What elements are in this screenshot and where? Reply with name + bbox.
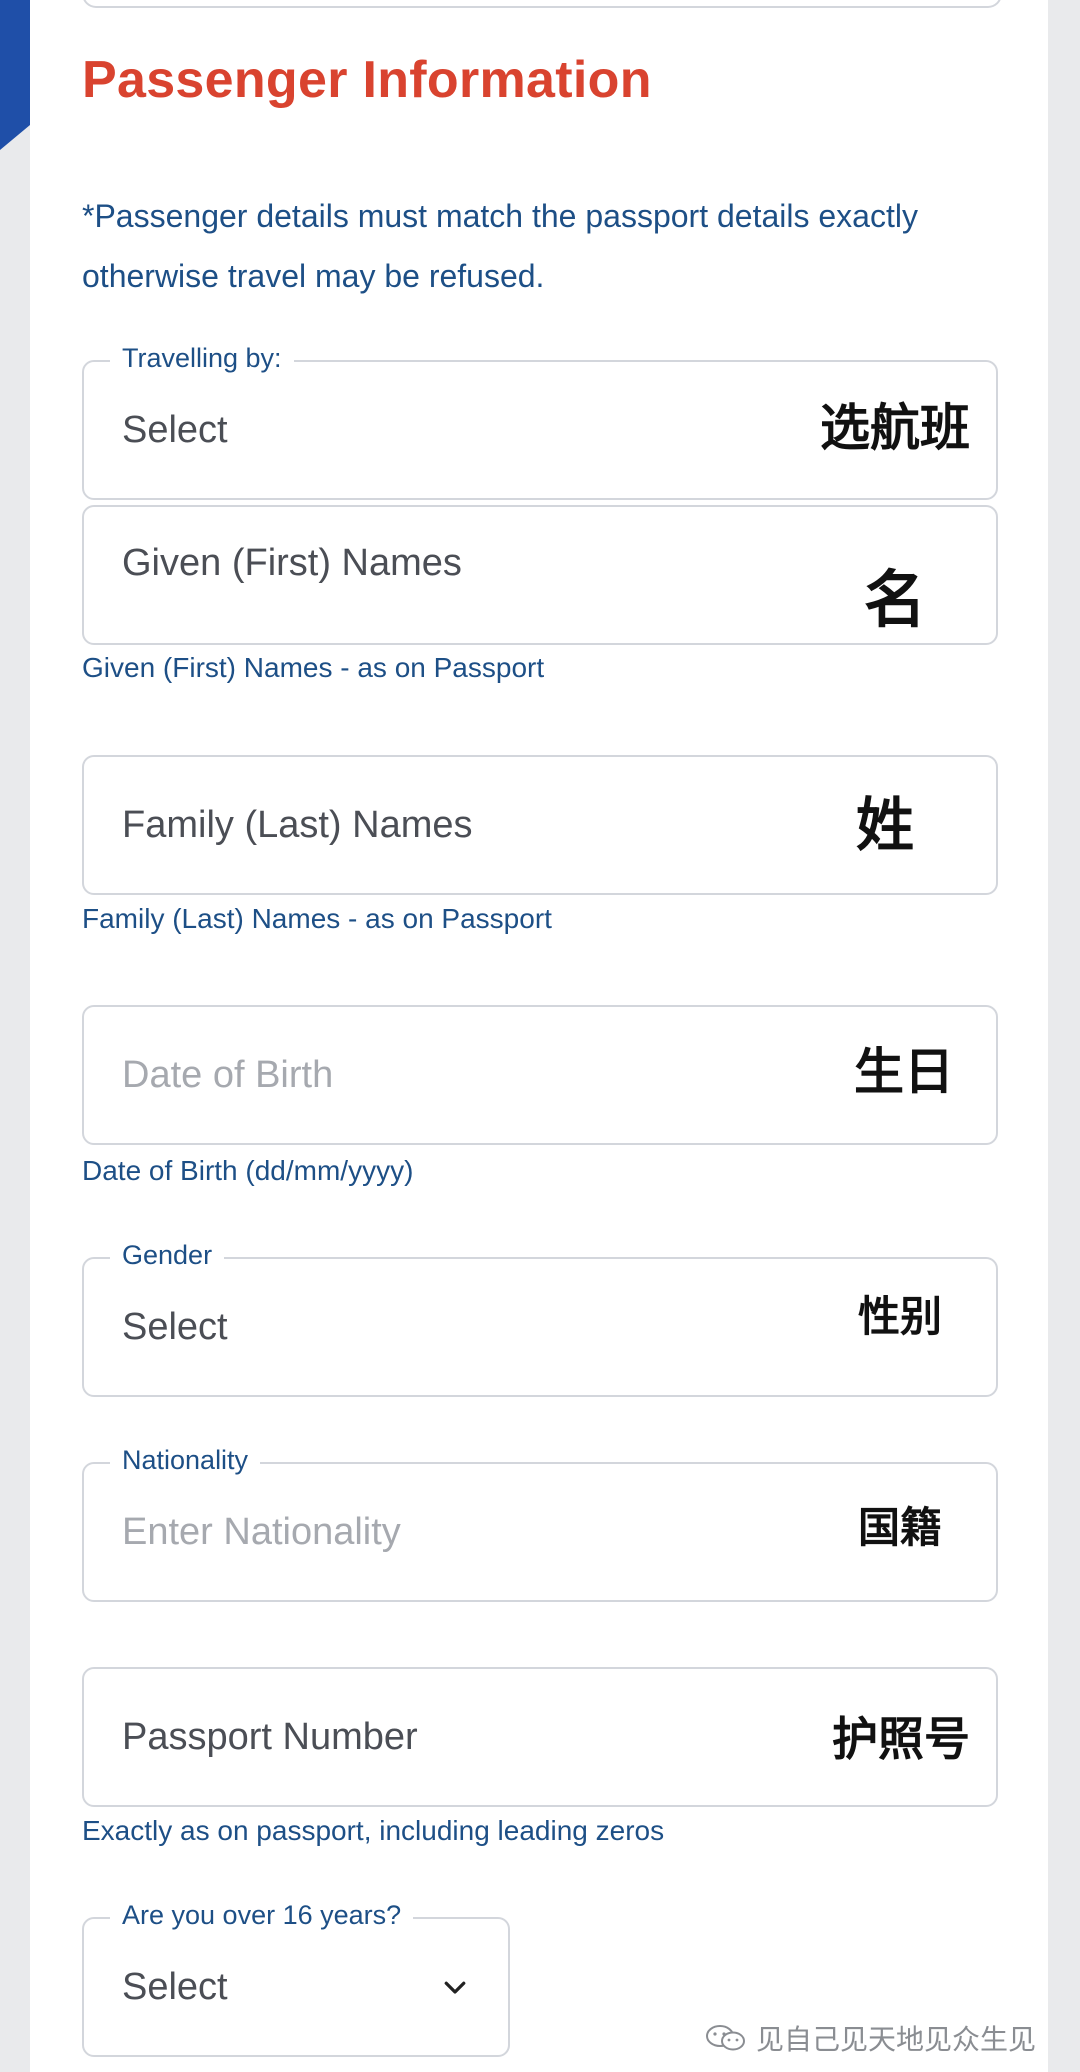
date-of-birth-annotation: 生日 [848, 1039, 960, 1105]
passport-number-input[interactable]: Passport Number 护照号 [82, 1667, 998, 1807]
over-16-select[interactable]: Are you over 16 years? Select [82, 1897, 510, 2057]
passport-number-value: Passport Number [122, 1715, 418, 1758]
wechat-icon [705, 2025, 745, 2051]
passport-number-hint: Exactly as on passport, including leadin… [82, 1815, 665, 1846]
previous-field-edge [82, 0, 1002, 8]
gender-select[interactable]: Gender Select 性别 [82, 1237, 998, 1397]
date-of-birth-input[interactable]: Date of Birth 生日 [82, 1005, 998, 1145]
passport-number-annotation: 护照号 [826, 1709, 976, 1769]
given-names-value: Given (First) Names [122, 541, 462, 584]
watermark-text: 见自己见天地见众生见 [755, 2024, 1036, 2055]
given-names-input[interactable]: Given (First) Names 名 [82, 505, 998, 645]
over-16-value: Select [122, 1965, 228, 2008]
family-names-hint: Family (Last) Names - as on Passport [82, 903, 552, 934]
travelling-by-select[interactable]: Travelling by: Select 选航班 [82, 340, 998, 500]
given-names-annotation: 名 [857, 563, 932, 639]
family-names-input[interactable]: Family (Last) Names 姓 [82, 755, 998, 895]
chevron-down-icon[interactable] [440, 1972, 470, 2002]
date-of-birth-hint: Date of Birth (dd/mm/yyyy) [82, 1155, 414, 1186]
section-title: Passenger Information [82, 51, 652, 109]
nationality-input[interactable]: Nationality Enter Nationality 国籍 [82, 1442, 998, 1602]
gender-annotation: 性别 [851, 1289, 948, 1345]
family-names-value: Family (Last) Names [122, 803, 473, 846]
given-names-hint: Given (First) Names - as on Passport [82, 652, 545, 683]
passport-notice: *Passenger details must match the passpo… [82, 198, 918, 294]
nationality-placeholder: Enter Nationality [122, 1510, 401, 1553]
gender-value: Select [122, 1305, 228, 1348]
travelling-by-value: Select [122, 408, 228, 451]
nationality-annotation: 国籍 [851, 1500, 948, 1556]
travelling-by-annotation: 选航班 [814, 396, 976, 460]
family-names-annotation: 姓 [849, 789, 920, 863]
date-of-birth-placeholder: Date of Birth [122, 1053, 334, 1096]
watermark: 见自己见天地见众生见 [704, 2018, 1036, 2058]
